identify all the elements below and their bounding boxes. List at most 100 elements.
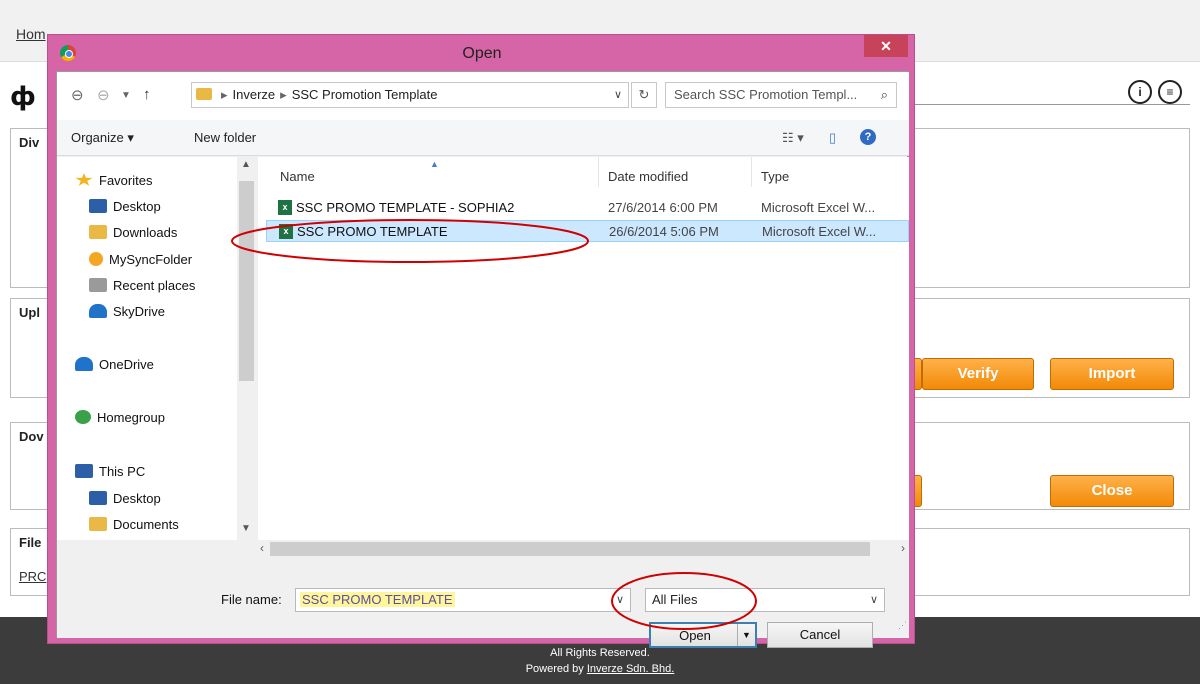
- new-folder-button[interactable]: New folder: [194, 130, 256, 145]
- nav-label: Downloads: [113, 225, 178, 240]
- column-header-name[interactable]: Name: [280, 169, 315, 184]
- view-options-icon[interactable]: ☷ ▾: [782, 130, 804, 146]
- excel-file-icon: x: [278, 200, 292, 215]
- scroll-down-icon[interactable]: ▼: [241, 523, 251, 534]
- header-divider: [910, 104, 1190, 105]
- column-divider: [751, 157, 752, 187]
- homegroup-icon: [75, 410, 91, 424]
- nav-label: SkyDrive: [113, 304, 166, 319]
- scrollbar-thumb[interactable]: [239, 181, 254, 381]
- panel-title: Upl: [19, 305, 40, 320]
- nav-pc-desktop[interactable]: Desktop: [89, 491, 161, 506]
- up-arrow-icon[interactable]: ↑: [143, 86, 151, 103]
- scrollbar-thumb[interactable]: [270, 542, 870, 556]
- nav-homegroup[interactable]: Homegroup: [75, 410, 165, 425]
- footer-company-link[interactable]: Inverze Sdn. Bhd.: [587, 663, 674, 675]
- breadcrumb-current-folder[interactable]: SSC Promotion Template: [292, 87, 438, 102]
- file-date: 26/6/2014 5:06 PM: [609, 224, 719, 239]
- nav-this-pc[interactable]: This PC: [75, 464, 145, 479]
- breadcrumb-inverze[interactable]: Inverze: [233, 87, 276, 102]
- chevron-down-icon[interactable]: ∨: [870, 589, 878, 611]
- nav-mysyncfolder[interactable]: MySyncFolder: [89, 252, 192, 267]
- verify-button[interactable]: Verify: [922, 358, 1034, 390]
- nav-label: OneDrive: [99, 357, 154, 372]
- user-icon[interactable]: i: [1128, 80, 1152, 104]
- navigation-pane: Favorites Desktop Downloads MySyncFolder…: [57, 157, 256, 540]
- search-icon: ⌕: [880, 87, 888, 102]
- footer-powered: Powered by Inverze Sdn. Bhd.: [0, 663, 1200, 675]
- import-button[interactable]: Import: [1050, 358, 1174, 390]
- logo: ф: [10, 82, 36, 112]
- file-date: 27/6/2014 6:00 PM: [608, 200, 718, 215]
- open-button[interactable]: Open ▼: [649, 622, 757, 648]
- file-list-hscrollbar[interactable]: ‹ ›: [258, 540, 909, 558]
- search-placeholder: Search SSC Promotion Templ...: [674, 87, 858, 102]
- chevron-down-icon[interactable]: ∨: [616, 589, 624, 611]
- dialog-body: ⊖ ⊖ ▼ ↑ ▸ Inverze ▸ SSC Promotion Template …: [56, 71, 909, 648]
- footer-powered-prefix: Powered by: [525, 663, 587, 675]
- forward-arrow-icon[interactable]: ⊖: [97, 86, 110, 104]
- file-name: SSC PROMO TEMPLATE - SOPHIA2: [296, 200, 515, 215]
- recent-dropdown-icon[interactable]: ▼: [121, 90, 131, 101]
- command-toolbar: Organize ▾ New folder ☷ ▾ ▯ ?: [57, 120, 909, 156]
- scroll-up-icon[interactable]: ▲: [241, 159, 251, 170]
- file-type-select[interactable]: All Files ∨: [645, 588, 885, 612]
- nav-downloads[interactable]: Downloads: [89, 225, 177, 240]
- nav-label: Favorites: [99, 173, 153, 188]
- scroll-left-icon[interactable]: ‹: [260, 541, 264, 555]
- nav-scrollbar[interactable]: ▲ ▼: [237, 157, 256, 540]
- nav-desktop[interactable]: Desktop: [89, 199, 161, 214]
- file-type-value: All Files: [652, 592, 698, 607]
- open-split-arrow-icon[interactable]: ▼: [737, 624, 755, 646]
- panel-title: File: [19, 535, 42, 550]
- resize-grip-icon[interactable]: ⋰: [898, 620, 907, 631]
- open-button-label: Open: [679, 628, 711, 643]
- dialog-footer: File name: SSC PROMO TEMPLATE ∨ All File…: [57, 558, 909, 648]
- computer-icon: [75, 464, 93, 478]
- file-name-input[interactable]: SSC PROMO TEMPLATE ∨: [295, 588, 631, 612]
- nav-onedrive[interactable]: OneDrive: [75, 357, 154, 372]
- column-header-type[interactable]: Type: [761, 169, 789, 184]
- search-input[interactable]: Search SSC Promotion Templ... ⌕: [665, 82, 897, 108]
- panel-title: Div: [19, 135, 40, 150]
- address-bar[interactable]: ▸ Inverze ▸ SSC Promotion Template ∨: [191, 82, 629, 108]
- documents-icon: [89, 517, 107, 531]
- preview-pane-icon[interactable]: ▯: [829, 130, 836, 146]
- address-dropdown-icon[interactable]: ∨: [614, 83, 622, 107]
- cloud-icon: [89, 304, 107, 318]
- nav-skydrive[interactable]: SkyDrive: [89, 304, 165, 319]
- breadcrumb-home-link[interactable]: Hom: [16, 26, 46, 42]
- close-button[interactable]: Close: [1050, 475, 1174, 507]
- dialog-close-button[interactable]: ✕: [864, 35, 908, 57]
- help-icon[interactable]: ?: [860, 129, 876, 145]
- file-name-value: SSC PROMO TEMPLATE: [300, 592, 455, 607]
- column-header-date[interactable]: Date modified: [608, 169, 688, 184]
- nav-label: Recent places: [113, 278, 196, 293]
- nav-recent-places[interactable]: Recent places: [89, 278, 195, 293]
- file-type: Microsoft Excel W...: [761, 200, 876, 215]
- recent-places-icon: [89, 278, 107, 292]
- refresh-icon[interactable]: ↻: [631, 82, 657, 108]
- panel-title: Dov: [19, 429, 44, 444]
- address-row: ⊖ ⊖ ▼ ↑ ▸ Inverze ▸ SSC Promotion Template …: [57, 72, 909, 120]
- file-link[interactable]: PRC: [19, 569, 46, 584]
- scroll-right-icon[interactable]: ›: [901, 541, 905, 555]
- chat-icon[interactable]: ≡: [1158, 80, 1182, 104]
- back-arrow-icon[interactable]: ⊖: [71, 86, 84, 104]
- file-row[interactable]: x SSC PROMO TEMPLATE - SOPHIA2 27/6/2014…: [266, 197, 909, 219]
- open-file-dialog: Open ✕ ⊖ ⊖ ▼ ↑ ▸ Inverze ▸ SSC Promotion Te…: [47, 34, 915, 648]
- organize-menu[interactable]: Organize ▾: [71, 130, 134, 146]
- column-divider: [598, 157, 599, 187]
- folder-icon: [196, 88, 212, 100]
- chevron-right-icon: ▸: [280, 87, 287, 102]
- header-icons: i ≡: [1128, 80, 1182, 104]
- nav-label: Desktop: [113, 491, 161, 506]
- nav-label: Desktop: [113, 199, 161, 214]
- nav-favorites[interactable]: Favorites: [75, 173, 152, 188]
- file-name: SSC PROMO TEMPLATE: [297, 224, 448, 239]
- nav-label: Homegroup: [97, 410, 165, 425]
- file-type: Microsoft Excel W...: [762, 224, 877, 239]
- cancel-button[interactable]: Cancel: [767, 622, 873, 648]
- file-row-selected[interactable]: x SSC PROMO TEMPLATE 26/6/2014 5:06 PM M…: [266, 220, 909, 242]
- nav-documents[interactable]: Documents: [89, 517, 179, 532]
